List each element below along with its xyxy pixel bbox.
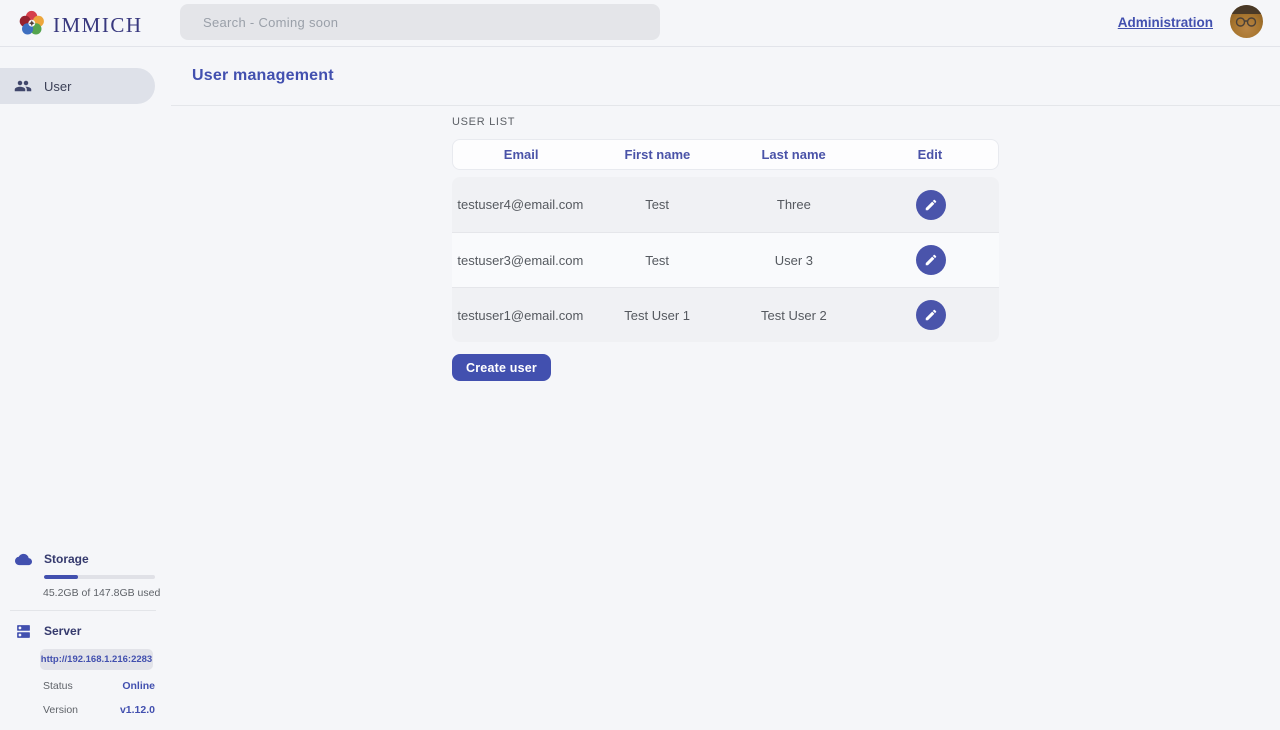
column-header-email: Email	[453, 147, 589, 162]
table-header-row: Email First name Last name Edit	[452, 139, 999, 170]
cell-email: testuser3@email.com	[452, 253, 589, 268]
server-icon	[15, 623, 32, 640]
top-bar: IMMICH Administration	[0, 0, 1280, 47]
sidebar-divider	[10, 610, 156, 611]
pencil-icon	[924, 253, 938, 267]
storage-section-header: Storage	[0, 550, 171, 568]
immich-flower-icon	[18, 9, 46, 42]
table-row: testuser4@email.com Test Three	[452, 177, 999, 232]
storage-usage-text: 45.2GB of 147.8GB used	[43, 587, 171, 599]
version-value: v1.12.0	[120, 704, 155, 716]
immich-admin-app: IMMICH Administration User	[0, 0, 1280, 730]
sidebar-item-label: User	[44, 79, 71, 94]
sidebar-status-panel: Storage 45.2GB of 147.8GB used Server ht…	[0, 550, 171, 730]
user-avatar[interactable]	[1230, 5, 1263, 38]
column-header-last-name: Last name	[726, 147, 862, 162]
status-value: Online	[122, 680, 155, 692]
pencil-icon	[924, 308, 938, 322]
server-version-row: Version v1.12.0	[43, 701, 155, 718]
edit-user-button[interactable]	[916, 245, 946, 275]
cell-last-name: Test User 2	[726, 308, 863, 323]
sidebar: User Storage 45.2GB of 147.8GB used	[0, 47, 171, 730]
user-list-section: USER LIST Email First name Last name Edi…	[171, 116, 999, 381]
cell-first-name: Test	[589, 253, 726, 268]
sidebar-item-user[interactable]: User	[0, 68, 155, 104]
edit-user-button[interactable]	[916, 300, 946, 330]
user-table: Email First name Last name Edit testuser…	[452, 139, 999, 342]
cell-last-name: Three	[726, 197, 863, 212]
storage-progress-fill	[44, 575, 78, 579]
search-input[interactable]	[180, 4, 660, 40]
server-section-header: Server	[0, 622, 171, 640]
page-header: User management	[171, 47, 1280, 106]
table-row: testuser1@email.com Test User 1 Test Use…	[452, 287, 999, 342]
column-header-edit: Edit	[862, 147, 998, 162]
page-title: User management	[192, 67, 334, 85]
search-bar	[180, 4, 660, 40]
version-label: Version	[43, 704, 78, 716]
pencil-icon	[924, 198, 938, 212]
storage-title: Storage	[44, 552, 89, 566]
users-group-icon	[14, 77, 32, 95]
section-label: USER LIST	[452, 116, 999, 128]
cell-last-name: User 3	[726, 253, 863, 268]
cloud-icon	[15, 551, 32, 568]
cell-first-name: Test	[589, 197, 726, 212]
table-row: testuser3@email.com Test User 3	[452, 232, 999, 287]
edit-user-button[interactable]	[916, 190, 946, 220]
server-url-badge: http://192.168.1.216:2283	[40, 649, 153, 670]
main-content: User management USER LIST Email First na…	[171, 47, 1280, 730]
brand-wordmark: IMMICH	[53, 13, 143, 38]
cell-first-name: Test User 1	[589, 308, 726, 323]
status-label: Status	[43, 680, 73, 692]
column-header-first-name: First name	[589, 147, 725, 162]
create-user-button[interactable]: Create user	[452, 354, 551, 381]
cell-email: testuser1@email.com	[452, 308, 589, 323]
glasses-icon	[1235, 16, 1258, 28]
storage-progress-bar	[44, 575, 155, 579]
table-body: testuser4@email.com Test Three t	[452, 177, 999, 342]
server-status-row: Status Online	[43, 677, 155, 694]
server-title: Server	[44, 624, 81, 638]
brand-logo[interactable]: IMMICH	[18, 9, 143, 42]
cell-email: testuser4@email.com	[452, 197, 589, 212]
administration-link[interactable]: Administration	[1118, 15, 1213, 30]
